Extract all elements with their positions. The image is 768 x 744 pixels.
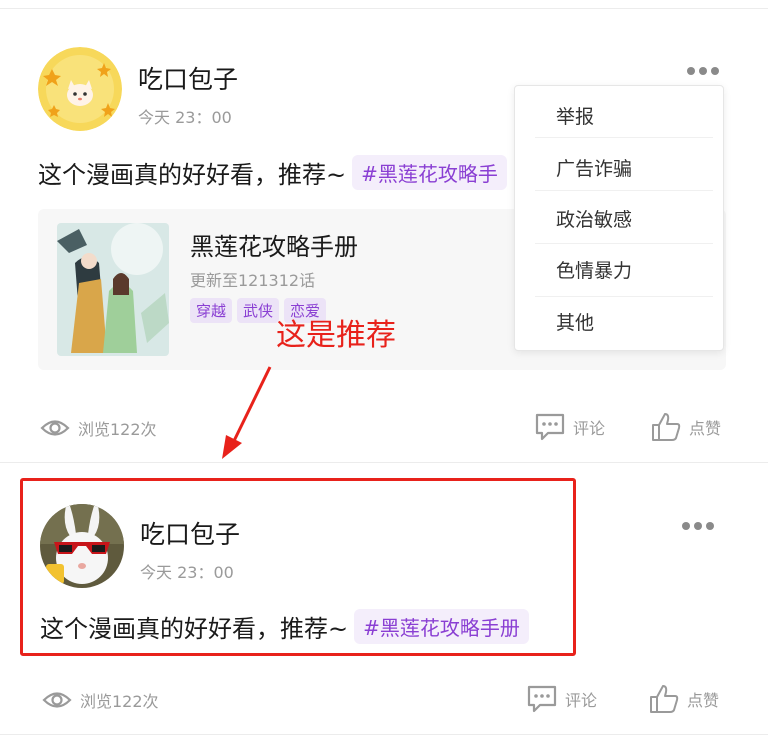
menu-divider [535,190,713,191]
comment-button[interactable]: 评论 [527,685,597,713]
view-count: 浏览122次 [42,688,159,712]
username[interactable]: 吃口包子 [138,60,238,96]
post-divider [0,462,768,463]
report-menu: 举报 广告诈骗 政治敏感 色情暴力 其他 [514,85,724,351]
comment-icon [535,413,565,441]
comment-button[interactable]: 评论 [535,413,605,441]
view-count: 浏览122次 [40,416,157,440]
annotation-highlight-box [20,478,576,656]
menu-item-political[interactable]: 政治敏感 [535,193,713,244]
more-options-icon[interactable] [687,64,723,78]
comment-label: 评论 [573,419,606,438]
comic-update-info: 更新至121312话 [190,271,316,290]
top-divider [0,8,768,9]
view-count-label: 浏览122次 [80,692,159,711]
view-count-label: 浏览122次 [78,420,157,439]
like-label: 点赞 [687,691,720,710]
thumbs-up-icon [652,413,681,441]
menu-item-ad-fraud[interactable]: 广告诈骗 [535,142,713,193]
comic-cover [57,223,169,356]
eye-icon [42,692,72,708]
more-options-icon[interactable] [682,519,718,533]
comic-title: 黑莲花攻略手册 [190,233,358,261]
tag-wuxia[interactable]: 武侠 [237,298,280,323]
menu-item-report[interactable]: 举报 [535,90,713,141]
eye-icon [40,420,70,436]
comment-label: 评论 [565,691,598,710]
bottom-divider [0,734,768,735]
menu-item-other[interactable]: 其他 [535,296,713,347]
menu-divider [535,137,713,138]
post-time: 今天 23：00 [138,108,232,127]
tag-chuanyue[interactable]: 穿越 [190,298,233,323]
comic-cover-illustration [57,223,169,356]
comment-icon [527,685,557,713]
like-button[interactable]: 点赞 [651,412,721,442]
like-label: 点赞 [689,419,722,438]
post-body: 这个漫画真的好好看，推荐~ [38,161,347,189]
avatar[interactable] [38,47,122,131]
thumbs-up-icon [650,685,679,713]
topic-hashtag[interactable]: #黑莲花攻略手 [352,155,507,190]
cat-avatar-icon [38,47,122,131]
annotation-arrow-icon [222,366,272,459]
annotation-label: 这是推荐 [276,318,396,353]
menu-item-explicit-violence[interactable]: 色情暴力 [535,244,713,295]
like-button[interactable]: 点赞 [649,684,719,714]
post-text: 这个漫画真的好好看，推荐~ #黑莲花攻略手 [38,155,507,190]
